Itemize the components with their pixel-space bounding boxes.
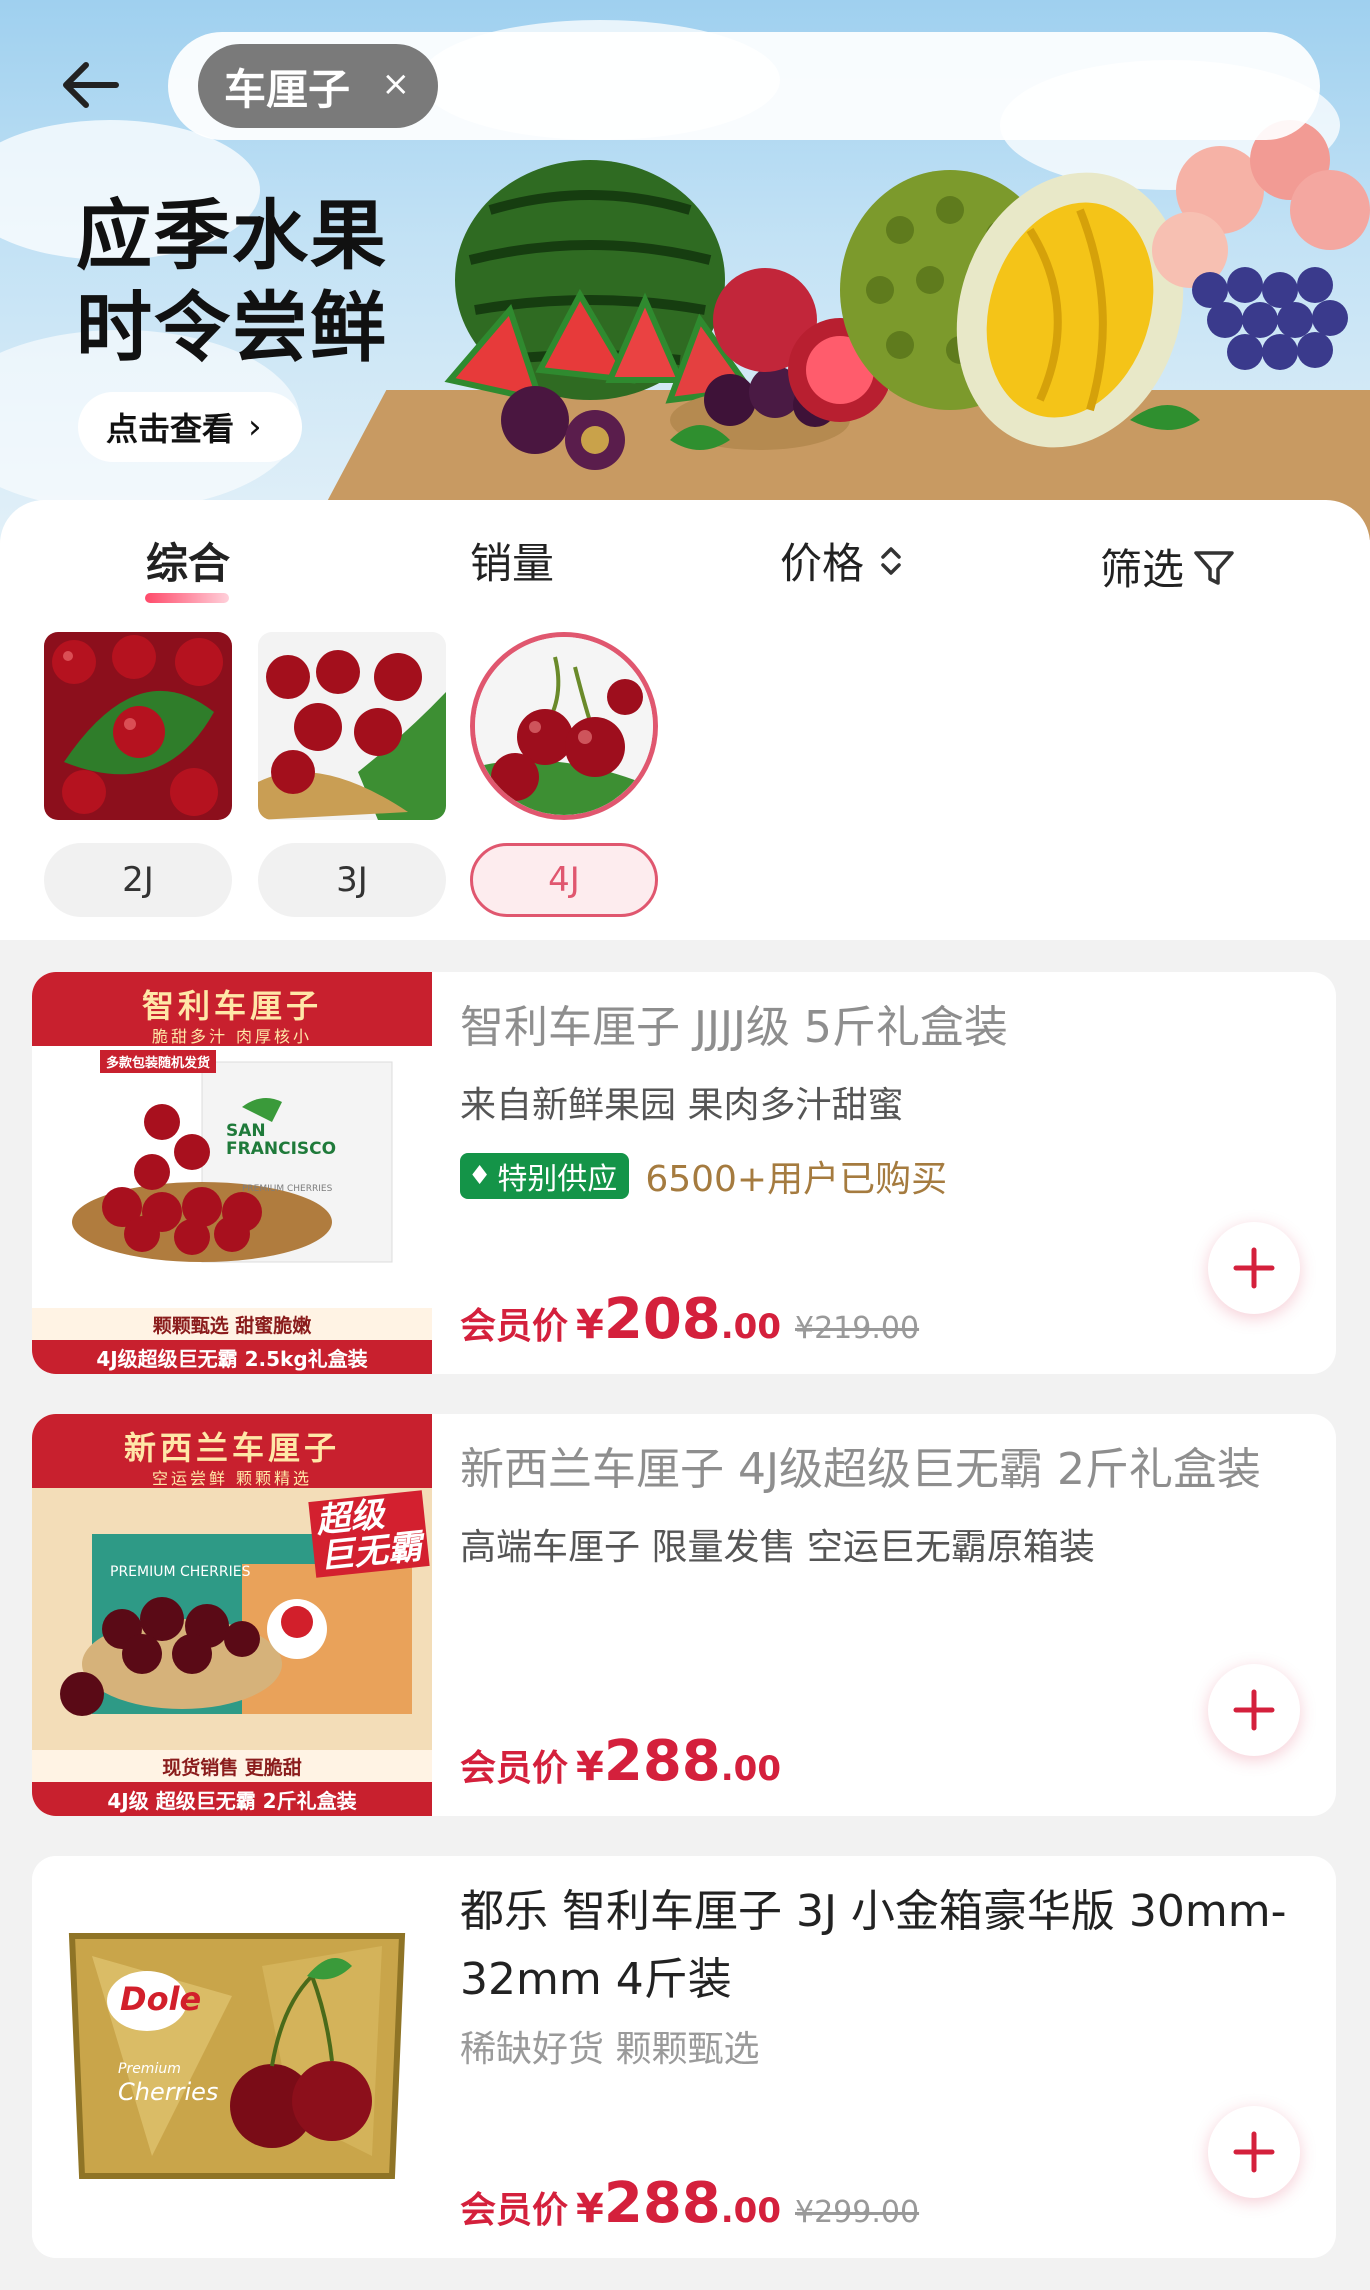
- currency-symbol: ¥: [576, 1302, 604, 1348]
- super-giant-label: 超级 巨无霸: [308, 1490, 430, 1578]
- image-caption: Cherries: [118, 2078, 219, 2106]
- image-footer: 4J级 超级巨无霸 2斤礼盒装: [32, 1782, 432, 1816]
- product-subtitle: 稀缺好货 颗颗甄选: [460, 2029, 760, 2070]
- product-badge-row: ♦ 特别供应 6500+用户已购买: [460, 1150, 947, 1202]
- price-integer: 208: [603, 1287, 721, 1352]
- price-decimal: .00: [720, 2191, 781, 2231]
- promo-banner[interactable]: 车厘子 × 应季水果 时令尝鲜 点击查看 ›: [0, 0, 1370, 540]
- grade-filter-3j[interactable]: 3J: [258, 843, 446, 917]
- product-title[interactable]: 新西兰车厘子 4J级超级巨无霸 2斤礼盒装: [460, 1436, 1310, 1504]
- badge-label: 特别供应: [497, 1162, 618, 1197]
- price-integer: 288: [603, 2171, 721, 2236]
- grade-thumbnail-2j[interactable]: [44, 632, 232, 820]
- cherries-image: [44, 632, 232, 820]
- price-decimal: .00: [720, 1307, 781, 1347]
- product-image[interactable]: 智利车厘子 脆甜多汁 肉厚核小 多款包装随机发货 SAN FRANCISCO P…: [32, 972, 432, 1374]
- plus-icon: [1233, 2131, 1275, 2173]
- member-price-label: 会员价: [460, 1306, 569, 1347]
- member-price-label: 会员价: [460, 1748, 569, 1789]
- close-icon[interactable]: ×: [382, 64, 411, 104]
- image-subheader: 空运尝鲜 颗颗精选: [32, 1466, 432, 1488]
- add-to-cart-button[interactable]: [1208, 1664, 1300, 1756]
- add-to-cart-button[interactable]: [1208, 1222, 1300, 1314]
- tab-filter[interactable]: 筛选: [1100, 536, 1236, 597]
- tab-comprehensive[interactable]: 综合: [146, 530, 230, 591]
- image-brand: PREMIUM CHERRIES: [110, 1564, 251, 1580]
- gold-box-image: [32, 1856, 432, 2258]
- image-subheader: 脆甜多汁 肉厚核小: [32, 1024, 432, 1046]
- image-brand: SAN FRANCISCO: [226, 1122, 336, 1158]
- product-image[interactable]: 新西兰车厘子 空运尝鲜 颗颗精选 超级 巨无霸 PREMIUM CHERRIES…: [32, 1414, 432, 1816]
- grade-thumbnail-3j[interactable]: [258, 632, 446, 820]
- price-row: 会员价 ¥ 288 .00: [460, 1729, 781, 1794]
- banner-cta-button[interactable]: 点击查看 ›: [78, 392, 302, 462]
- image-footer-line: 颗颗甄选 甜蜜脆嫩: [32, 1308, 432, 1340]
- back-arrow-icon: [63, 62, 119, 108]
- active-tab-indicator: [145, 593, 229, 603]
- buyer-count: 6500+用户已购买: [645, 1159, 948, 1200]
- currency-symbol: ¥: [576, 2186, 604, 2232]
- plus-icon: [1233, 1247, 1275, 1289]
- tab-label: 价格: [780, 539, 865, 588]
- tab-price[interactable]: 价格: [780, 530, 906, 591]
- filter-funnel-icon: [1194, 550, 1234, 585]
- image-tag: 多款包装随机发货: [100, 1050, 217, 1073]
- price-row: 会员价 ¥ 208 .00 ¥219.00: [460, 1287, 919, 1352]
- image-footer-line: 现货销售 更脆甜: [32, 1750, 432, 1782]
- tab-sales[interactable]: 销量: [470, 530, 554, 591]
- grade-thumbnail-4j[interactable]: [470, 632, 658, 820]
- currency-symbol: ¥: [576, 1744, 604, 1790]
- image-brand-line: FRANCISCO: [226, 1139, 337, 1159]
- grade-label: 2J: [122, 860, 154, 900]
- tab-label: 综合: [146, 539, 231, 588]
- product-card[interactable]: 新西兰车厘子 空运尝鲜 颗颗精选 超级 巨无霸 PREMIUM CHERRIES…: [32, 1414, 1336, 1816]
- image-footer: 4J级超级巨无霸 2.5kg礼盒装: [32, 1340, 432, 1374]
- banner-cta-label: 点击查看: [106, 410, 235, 448]
- banner-line-2: 时令尝鲜: [76, 283, 388, 372]
- grade-filter-4j[interactable]: 4J: [470, 843, 658, 917]
- product-image[interactable]: Dole Premium Cherries: [32, 1856, 432, 2258]
- special-supply-badge: ♦ 特别供应: [460, 1153, 630, 1199]
- product-card[interactable]: 智利车厘子 脆甜多汁 肉厚核小 多款包装随机发货 SAN FRANCISCO P…: [32, 972, 1336, 1374]
- search-keyword-chip[interactable]: 车厘子 ×: [198, 44, 438, 128]
- cherries-image: [258, 632, 446, 820]
- member-price-label: 会员价: [460, 2190, 569, 2231]
- image-caption: Premium: [118, 2061, 181, 2077]
- original-price: ¥299.00: [795, 2195, 920, 2230]
- dole-logo: Dole: [120, 1980, 202, 2018]
- back-button[interactable]: [50, 50, 130, 120]
- tab-label: 销量: [470, 539, 555, 588]
- plus-icon: [1233, 1689, 1275, 1731]
- banner-headline: 应季水果 时令尝鲜: [76, 190, 388, 374]
- product-subtitle: 来自新鲜果园 果肉多汁甜蜜: [460, 1085, 904, 1126]
- sort-updown-icon: [881, 546, 901, 575]
- search-bar[interactable]: 车厘子 ×: [168, 32, 1320, 140]
- grade-label: 3J: [336, 860, 368, 900]
- price-decimal: .00: [720, 1749, 781, 1789]
- product-card[interactable]: Dole Premium Cherries 都乐 智利车厘子 3J 小金箱豪华版…: [32, 1856, 1336, 2258]
- image-brand-line: SAN: [226, 1121, 266, 1141]
- product-subtitle: 高端车厘子 限量发售 空运巨无霸原箱装: [460, 1527, 1095, 1568]
- price-integer: 288: [603, 1729, 721, 1794]
- image-brand-caption: PREMIUM CHERRIES: [242, 1184, 333, 1194]
- original-price: ¥219.00: [795, 1311, 920, 1346]
- fruit-illustration: [444, 120, 1370, 470]
- grade-filter-2j[interactable]: 2J: [44, 843, 232, 917]
- add-to-cart-button[interactable]: [1208, 2106, 1300, 2198]
- chevron-right-icon: ›: [248, 407, 262, 447]
- product-title[interactable]: 智利车厘子 JJJJ级 5斤礼盒装: [460, 994, 1310, 1062]
- diamond-icon: ♦: [468, 1161, 492, 1191]
- cherries-image: [475, 637, 653, 815]
- search-keyword-text: 车厘子: [224, 64, 351, 114]
- product-title[interactable]: 都乐 智利车厘子 3J 小金箱豪华版 30mm-32mm 4斤装: [460, 1878, 1310, 2014]
- price-row: 会员价 ¥ 288 .00 ¥299.00: [460, 2171, 919, 2236]
- grade-label: 4J: [548, 860, 580, 900]
- banner-line-1: 应季水果: [76, 191, 388, 280]
- tab-label: 筛选: [1100, 545, 1185, 594]
